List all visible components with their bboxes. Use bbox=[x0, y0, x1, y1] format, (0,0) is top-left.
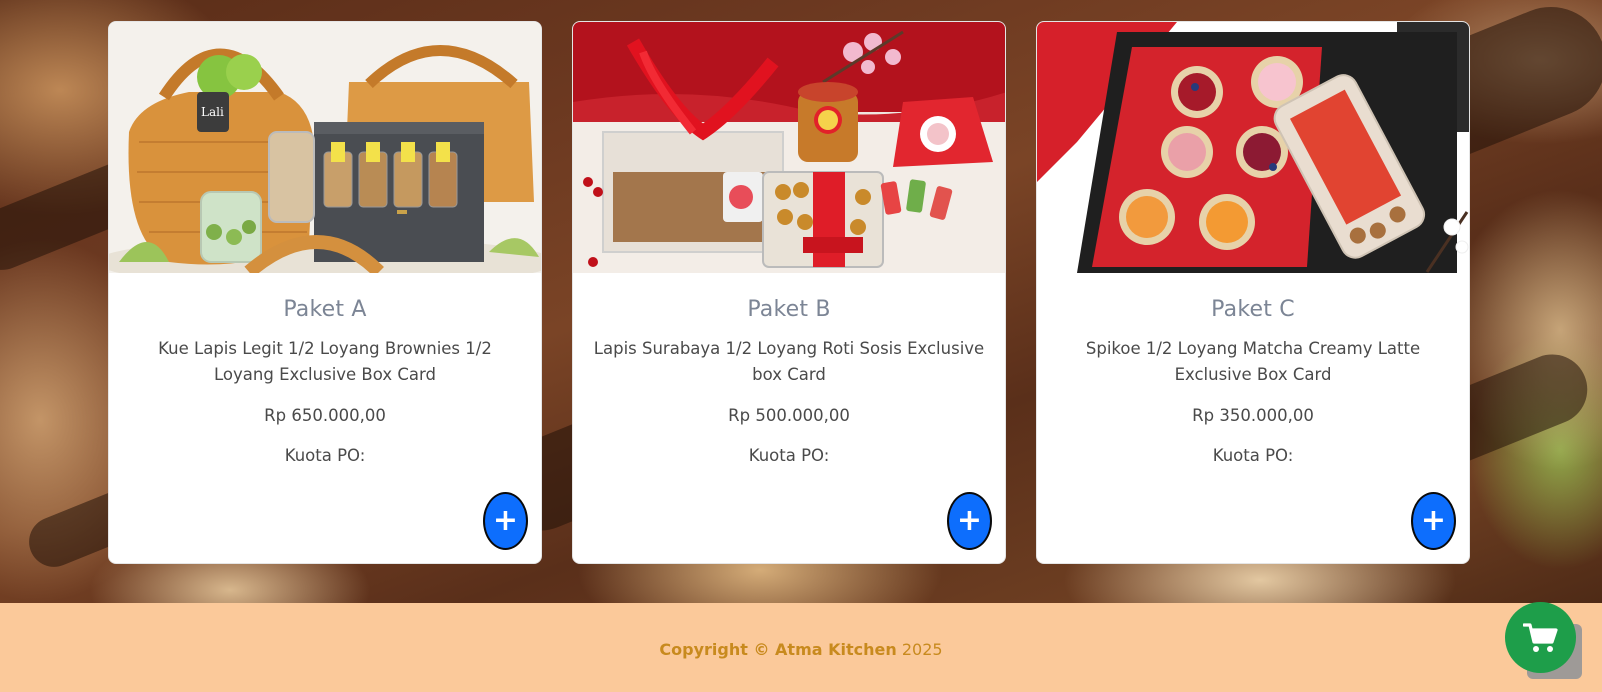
product-quota: Kuota PO: bbox=[748, 446, 830, 465]
product-price: Rp 350.000,00 bbox=[1192, 406, 1314, 425]
footer: Copyright © Atma Kitchen 2025 bbox=[0, 603, 1602, 692]
add-to-cart-button[interactable]: + bbox=[947, 492, 992, 550]
product-description: Kue Lapis Legit 1/2 Loyang Brownies 1/2 … bbox=[158, 339, 492, 384]
product-title: Paket A bbox=[283, 297, 367, 322]
pastry-box-image bbox=[1037, 22, 1469, 273]
product-image-paket-a: Lali bbox=[109, 22, 541, 273]
add-to-cart-button[interactable]: + bbox=[483, 492, 528, 550]
chinese-new-year-hamper-image bbox=[573, 22, 1005, 273]
copyright-text: Copyright © Atma Kitchen 2025 bbox=[0, 640, 1602, 659]
product-description: Spikoe 1/2 Loyang Matcha Creamy Latte Ex… bbox=[1085, 339, 1421, 384]
product-image-paket-c bbox=[1037, 22, 1469, 273]
product-card-paket-a: Lali Paket A Kue Lapis Legit 1/2 Loyang … bbox=[108, 21, 542, 564]
copyright-label: Copyright © Atma Kitchen bbox=[659, 640, 897, 659]
product-quota: Kuota PO: bbox=[284, 446, 366, 465]
product-image-paket-b bbox=[573, 22, 1005, 273]
plus-icon: + bbox=[956, 503, 983, 538]
product-card-list: Lali Paket A Kue Lapis Legit 1/2 Loyang … bbox=[108, 21, 1470, 564]
product-card-paket-c: Paket C Spikoe 1/2 Loyang Matcha Creamy … bbox=[1036, 21, 1470, 564]
cart-button[interactable] bbox=[1505, 602, 1576, 673]
plus-icon: + bbox=[492, 503, 519, 538]
svg-text:Lali: Lali bbox=[201, 105, 224, 119]
hamper-gift-box-image: Lali bbox=[109, 22, 541, 273]
plus-icon: + bbox=[1420, 503, 1447, 538]
page: Lali Paket A Kue Lapis Legit 1/2 Loyang … bbox=[0, 0, 1602, 692]
copyright-year: 2025 bbox=[901, 640, 943, 659]
product-title: Paket B bbox=[747, 297, 831, 322]
product-description: Lapis Surabaya 1/2 Loyang Roti Sosis Exc… bbox=[593, 339, 985, 384]
product-title: Paket C bbox=[1211, 297, 1295, 322]
product-card-paket-b: Paket B Lapis Surabaya 1/2 Loyang Roti S… bbox=[572, 21, 1006, 564]
product-quota: Kuota PO: bbox=[1212, 446, 1294, 465]
product-price: Rp 500.000,00 bbox=[728, 406, 850, 425]
product-price: Rp 650.000,00 bbox=[264, 406, 386, 425]
add-to-cart-button[interactable]: + bbox=[1411, 492, 1456, 550]
shopping-cart-icon bbox=[1522, 622, 1558, 652]
